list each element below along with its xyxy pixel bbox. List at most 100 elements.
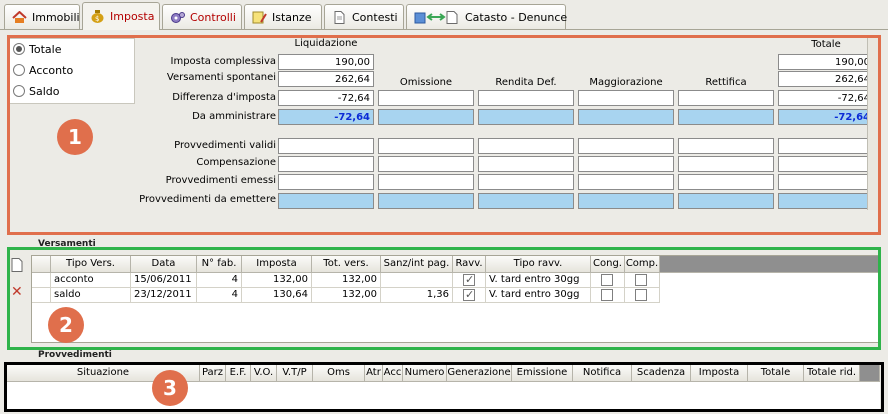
delete-icon[interactable]: ✕ [11,284,23,300]
column-header[interactable]: Oms [313,365,365,382]
cell-imposta[interactable]: 130,64 [242,288,312,303]
cell-nfab[interactable]: 4 [197,273,242,288]
field-differenza-imposta[interactable]: -72,64 [278,90,374,106]
column-header[interactable]: N° fab. [197,256,242,273]
new-document-icon[interactable] [11,258,23,275]
field-compensazione[interactable] [378,156,474,172]
column-header[interactable]: Imposta [242,256,312,273]
radio-button[interactable] [13,64,25,76]
field-maggiorazione-differenza[interactable] [578,90,674,106]
cell-sanz-int[interactable] [381,273,453,288]
column-header[interactable]: Generazione [447,365,512,382]
field-provv-validi[interactable] [378,138,474,154]
cell-tipo-ravv[interactable]: V. tard entro 30gg [486,273,591,288]
column-header[interactable]: Totale [748,365,804,382]
field-compensazione[interactable] [478,156,574,172]
cell-tipo-vers[interactable]: saldo [51,288,131,303]
field-omissione-differenza[interactable] [378,90,474,106]
cell-tot-vers[interactable]: 132,00 [312,288,381,303]
comp-checkbox[interactable] [635,289,647,301]
field-rendita-amministrare[interactable] [478,109,574,125]
field-provv-da-emettere[interactable] [478,193,574,209]
tab-imposta[interactable]: $ Imposta [82,2,160,30]
field-provv-validi[interactable] [478,138,574,154]
field-provv-emessi[interactable] [478,174,574,190]
field-provv-emessi[interactable] [278,174,374,190]
cell-tipo-ravv[interactable]: V. tard entro 30gg [486,288,591,303]
field-totale-differenza-imposta[interactable]: -72,64 [778,90,874,106]
cell-data[interactable]: 23/12/2011 [131,288,197,303]
field-compensazione[interactable] [578,156,674,172]
cell-tot-vers[interactable]: 132,00 [312,273,381,288]
field-provv-validi[interactable] [678,138,774,154]
field-rendita-differenza[interactable] [478,90,574,106]
field-provv-emessi[interactable] [678,174,774,190]
field-omissione-amministrare[interactable] [378,109,474,125]
cell-data[interactable]: 15/06/2011 [131,273,197,288]
tab-istanze[interactable]: Istanze [244,4,322,29]
field-provv-emessi[interactable] [378,174,474,190]
field-provv-validi[interactable] [778,138,874,154]
column-header[interactable]: Acc [383,365,403,382]
column-header[interactable]: Ravv. [453,256,486,273]
field-totale-imposta-complessiva[interactable]: 190,00 [778,54,874,70]
field-provv-emessi[interactable] [578,174,674,190]
column-header[interactable]: Tipo ravv. [486,256,591,273]
column-header[interactable]: Numero [403,365,447,382]
cong-checkbox[interactable] [601,289,613,301]
cell-nfab[interactable]: 4 [197,288,242,303]
field-rettifica-amministrare[interactable] [678,109,774,125]
column-header[interactable]: Parz [200,365,226,382]
field-maggiorazione-amministrare[interactable] [578,109,674,125]
column-header[interactable]: Imposta [691,365,748,382]
ravv-checkbox[interactable] [463,273,475,287]
field-provv-emessi[interactable] [778,174,874,190]
cell-sanz-int[interactable]: 1,36 [381,288,453,303]
field-versamenti-spontanei[interactable]: 262,64 [278,71,374,87]
cong-checkbox[interactable] [601,274,613,286]
column-header[interactable]: Comp. [625,256,660,273]
field-totale-da-amministrare[interactable]: -72,64 [778,109,874,125]
field-provv-da-emettere[interactable] [378,193,474,209]
column-header[interactable]: Tot. vers. [312,256,381,273]
cell-tipo-vers[interactable]: acconto [51,273,131,288]
column-header[interactable]: Emissione [512,365,573,382]
row-selector[interactable] [32,273,51,288]
field-compensazione[interactable] [278,156,374,172]
field-compensazione[interactable] [678,156,774,172]
tab-catasto-denunce[interactable]: Catasto - Denunce [406,4,567,29]
ravv-checkbox[interactable] [463,288,475,302]
tab-immobili[interactable]: Immobili [4,4,80,29]
tab-controlli[interactable]: Controlli [162,4,242,29]
field-provv-da-emettere[interactable] [278,193,374,209]
field-provv-validi[interactable] [278,138,374,154]
field-imposta-complessiva[interactable]: 190,00 [278,54,374,70]
column-header[interactable]: Tipo Vers. [51,256,131,273]
radio-button[interactable] [13,85,25,97]
field-provv-da-emettere[interactable] [578,193,674,209]
field-totale-versamenti-spontanei[interactable]: 262,64 [778,71,874,87]
field-provv-da-emettere[interactable] [778,193,874,209]
radio-totale[interactable]: Totale [13,41,61,57]
radio-acconto[interactable]: Acconto [13,62,73,78]
column-header[interactable]: Notifica [573,365,632,382]
column-header[interactable]: V.O. [251,365,277,382]
field-da-amministrare[interactable]: -72,64 [278,109,374,125]
radio-saldo[interactable]: Saldo [13,83,60,99]
field-provv-validi[interactable] [578,138,674,154]
column-header[interactable]: Totale rid. [804,365,860,382]
column-header[interactable]: Scadenza [632,365,691,382]
field-compensazione[interactable] [778,156,874,172]
column-header[interactable]: Data [131,256,197,273]
column-header[interactable]: Sanz/int pag. [381,256,453,273]
vertical-scrollbar[interactable] [867,36,879,210]
field-rettifica-differenza[interactable] [678,90,774,106]
tab-contesti[interactable]: Contesti [324,4,404,29]
radio-button[interactable] [13,43,25,55]
column-header[interactable]: V.T/P [277,365,313,382]
column-header[interactable]: E.F. [226,365,251,382]
column-header[interactable]: Cong. [591,256,625,273]
row-selector[interactable] [32,288,51,303]
cell-imposta[interactable]: 132,00 [242,273,312,288]
column-header[interactable]: Atr [365,365,383,382]
